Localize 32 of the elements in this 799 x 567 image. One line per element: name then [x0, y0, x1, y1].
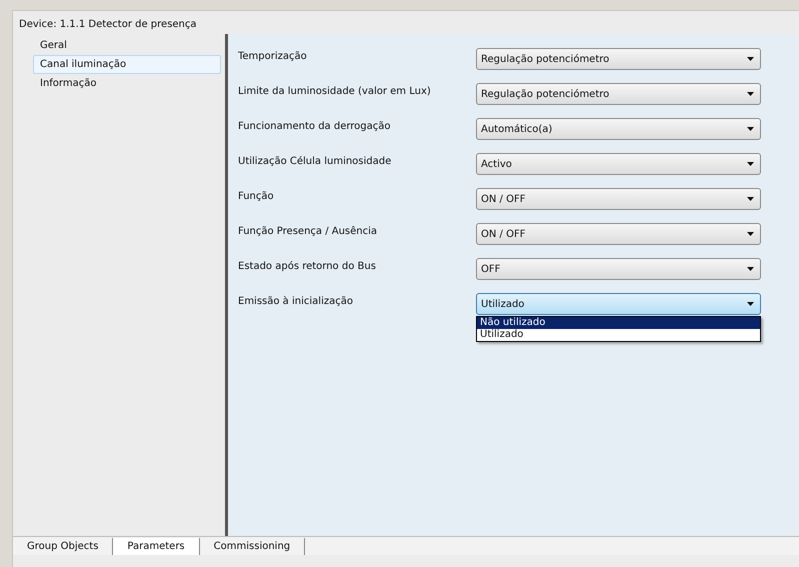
- caret-icon: [747, 267, 754, 271]
- parameter-label: Função Presença / Ausência: [238, 225, 378, 237]
- caret-icon: [747, 57, 754, 61]
- parameter-label: Função: [238, 190, 275, 202]
- tab[interactable]: Commissioning: [200, 538, 306, 555]
- dropdown[interactable]: ON / OFF: [476, 223, 761, 245]
- sidebar-item[interactable]: Informação: [33, 74, 221, 93]
- tab[interactable]: Parameters: [113, 538, 200, 555]
- dropdown[interactable]: ON / OFF: [476, 188, 761, 210]
- parameter-label: Estado após retorno do Bus: [238, 260, 377, 272]
- parameter-label: Funcionamento da derrogação: [238, 120, 392, 132]
- dropdown[interactable]: Activo: [476, 153, 761, 175]
- window-title: Device: 1.1.1 Detector de presença: [18, 18, 198, 32]
- parameter-label: Emissão à inicialização: [238, 295, 354, 307]
- parameter-label: Limite da luminosidade (valor em Lux): [238, 85, 432, 97]
- dropdown[interactable]: Automático(a): [476, 118, 761, 140]
- caret-icon: [747, 162, 754, 166]
- caret-icon: [747, 197, 754, 201]
- caret-icon: [747, 302, 754, 306]
- dropdown[interactable]: Regulação potenciómetro: [476, 48, 761, 70]
- caret-icon: [747, 127, 754, 131]
- dropdown[interactable]: Utilizado: [476, 293, 761, 315]
- dropdown[interactable]: Regulação potenciómetro: [476, 83, 761, 105]
- parameter-label: Temporização: [238, 50, 308, 62]
- caret-icon: [747, 92, 754, 96]
- caret-icon: [747, 232, 754, 236]
- sidebar-item[interactable]: Geral: [33, 36, 221, 55]
- parameter-label: Utilização Célula luminosidade: [238, 155, 392, 167]
- dropdown-option[interactable]: Utilizado: [477, 329, 760, 341]
- dropdown[interactable]: OFF: [476, 258, 761, 280]
- dropdown-option[interactable]: Não utilizado: [477, 317, 760, 329]
- sidebar-item[interactable]: Canal iluminação: [33, 55, 221, 74]
